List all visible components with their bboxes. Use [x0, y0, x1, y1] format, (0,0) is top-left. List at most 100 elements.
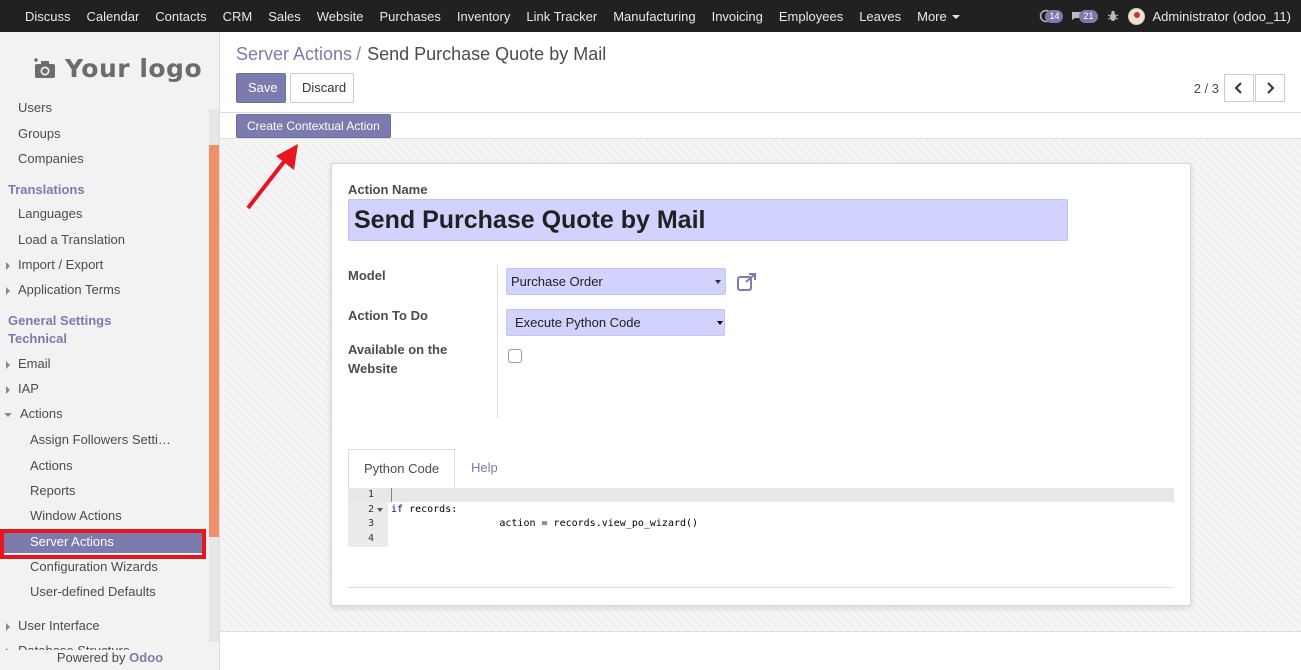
pager-next-button[interactable]	[1255, 74, 1285, 102]
powered-by-prefix: Powered by	[56, 650, 126, 665]
bug-icon[interactable]	[1106, 9, 1120, 23]
powered-by-brand[interactable]: Odoo	[129, 650, 163, 665]
menu-contacts[interactable]: Contacts	[147, 9, 214, 24]
sidebar-scrollbar-thumb[interactable]	[209, 145, 219, 537]
discard-button[interactable]: Discard	[290, 73, 354, 103]
menu-manufacturing[interactable]: Manufacturing	[605, 9, 703, 24]
sheet-divider	[348, 587, 1174, 588]
available-on-website-checkbox[interactable]	[508, 349, 522, 363]
fold-toggle-icon[interactable]	[377, 508, 383, 512]
sidebar-item-email[interactable]: Email	[0, 353, 208, 375]
code-line: 4	[348, 532, 1174, 546]
sidebar-item-users[interactable]: Users	[0, 99, 208, 113]
sidebar-item-actions[interactable]: Actions	[0, 403, 208, 425]
line-number: 2	[367, 504, 374, 515]
company-logo[interactable]: Your logo	[33, 54, 202, 83]
code-line: 2 if records:	[348, 503, 1174, 517]
sidebar-item-application-terms[interactable]: Application Terms	[0, 279, 208, 301]
sidebar-item-load-translation[interactable]: Load a Translation	[0, 229, 208, 251]
line-number: 1	[367, 489, 374, 500]
tab-help[interactable]: Help	[456, 449, 513, 489]
sidebar-item-iap[interactable]: IAP	[0, 378, 208, 400]
external-link-icon[interactable]	[736, 272, 758, 292]
sidebar-item-assign-followers[interactable]: Assign Followers Setti…	[0, 429, 208, 451]
menu-discuss[interactable]: Discuss	[17, 9, 79, 24]
code-line: 1	[348, 488, 1174, 502]
menu-sales[interactable]: Sales	[260, 9, 309, 24]
sidebar-item-groups[interactable]: Groups	[0, 123, 208, 145]
caret-right-icon	[6, 286, 10, 295]
more-label: More	[917, 8, 947, 24]
user-avatar[interactable]	[1127, 7, 1145, 25]
breadcrumb-parent[interactable]: Server Actions	[236, 44, 352, 64]
menu-invoicing[interactable]: Invoicing	[704, 9, 771, 24]
text-cursor	[391, 488, 392, 502]
model-select[interactable]: Purchase Order	[506, 268, 726, 295]
sidebar-item-reports[interactable]: Reports	[0, 480, 208, 502]
sidebar-item-label: User-defined Defaults	[30, 584, 156, 599]
sidebar-item-label: Email	[18, 356, 51, 371]
action-name-input[interactable]: Send Purchase Quote by Mail	[348, 199, 1068, 241]
menu-crm[interactable]: CRM	[215, 9, 261, 24]
sidebar-item-actions-sub[interactable]: Actions	[0, 455, 208, 477]
pager-previous-button[interactable]	[1224, 74, 1254, 102]
control-panel: Server Actions / Send Purchase Quote by Ma…	[220, 32, 1301, 113]
sidebar-section-translations[interactable]: Translations	[8, 181, 85, 199]
action-to-do-select-value: Execute Python Code	[515, 315, 641, 330]
sidebar-item-label: Application Terms	[18, 282, 121, 297]
caret-down-icon	[951, 15, 960, 20]
breadcrumb: Server Actions / Send Purchase Quote by Ma…	[236, 44, 606, 65]
sidebar-item-label: Import / Export	[18, 257, 104, 272]
sidebar-item-user-interface[interactable]: User Interface	[0, 615, 208, 637]
user-menu-label[interactable]: Administrator (odoo_11)	[1153, 9, 1292, 24]
activity-menu[interactable]: 14	[1039, 9, 1064, 23]
menu-employees[interactable]: Employees	[771, 9, 851, 24]
website-label-line1: Available on the	[348, 342, 448, 357]
action-to-do-label: Action To Do	[348, 308, 428, 323]
sidebar-section-technical[interactable]: Technical	[8, 330, 67, 348]
menu-website[interactable]: Website	[309, 9, 372, 24]
sidebar-item-label: Users	[18, 100, 52, 113]
systray: 14 21 Administrator (odoo_11)	[1039, 0, 1291, 32]
sidebar-item-label: Load a Translation	[18, 232, 125, 247]
menu-link-tracker[interactable]: Link Tracker	[518, 9, 605, 24]
save-button[interactable]: Save	[236, 73, 286, 103]
activity-count-badge: 14	[1045, 9, 1064, 23]
logo-text: Your logo	[65, 54, 203, 83]
caret-down-icon	[717, 321, 723, 325]
caret-right-icon	[6, 622, 10, 631]
create-contextual-action-button[interactable]: Create Contextual Action	[236, 114, 391, 138]
sidebar-section-general-settings[interactable]: General Settings	[8, 312, 111, 330]
sidebar-item-label: Actions	[20, 406, 63, 421]
sidebar-item-user-defaults[interactable]: User-defined Defaults	[0, 581, 208, 603]
menu-more[interactable]: More	[909, 9, 968, 24]
sidebar-item-label: Companies	[18, 151, 84, 166]
chevron-right-icon	[1267, 82, 1275, 94]
python-code-editor[interactable]: 1 2 if records: 3 action = records.view_…	[348, 488, 1174, 547]
code-text: if records:	[391, 503, 457, 517]
menu-inventory[interactable]: Inventory	[449, 9, 518, 24]
sidebar-item-label: Actions	[30, 458, 73, 473]
camera-icon	[34, 57, 55, 78]
caret-right-icon	[6, 261, 10, 270]
breadcrumb-current: Send Purchase Quote by Mail	[367, 44, 607, 64]
field-separator-line	[497, 265, 498, 418]
sidebar-item-window-actions[interactable]: Window Actions	[0, 505, 208, 527]
sidebar-item-label: Window Actions	[30, 508, 122, 523]
action-name-label: Action Name	[348, 182, 428, 197]
caret-down-icon	[4, 412, 12, 417]
tab-python-code[interactable]: Python Code	[348, 449, 456, 489]
sidebar-item-languages[interactable]: Languages	[0, 203, 208, 225]
menu-calendar[interactable]: Calendar	[79, 9, 148, 24]
sidebar-item-configuration-wizards[interactable]: Configuration Wizards	[0, 556, 208, 578]
action-to-do-select[interactable]: Execute Python Code	[506, 309, 725, 336]
messaging-menu[interactable]: 21	[1071, 9, 1098, 23]
sidebar-item-companies[interactable]: Companies	[0, 148, 208, 170]
sidebar-item-label: Languages	[18, 206, 83, 221]
menu-leaves[interactable]: Leaves	[851, 9, 909, 24]
menu-purchases[interactable]: Purchases	[371, 9, 448, 24]
form-statusbar: Create Contextual Action	[220, 113, 1301, 139]
sidebar-item-import-export[interactable]: Import / Export	[0, 254, 208, 276]
code-line: 3 action = records.view_po_wizard()	[348, 517, 1174, 531]
sidebar-item-label: Configuration Wizards	[30, 559, 158, 574]
